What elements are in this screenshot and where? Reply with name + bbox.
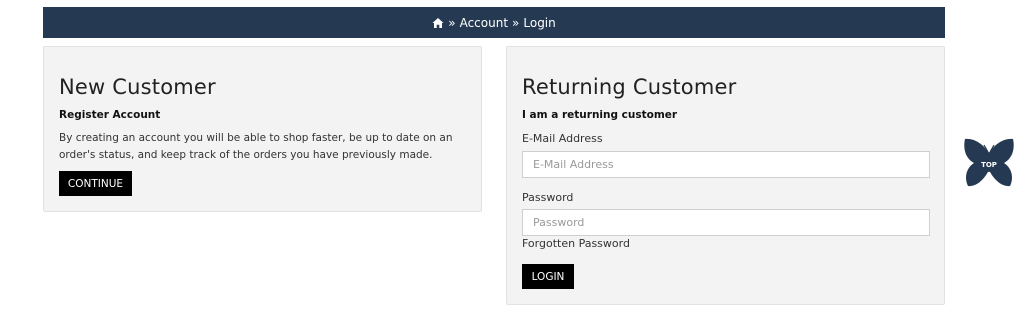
returning-customer-panel: Returning Customer I am a returning cust…: [506, 46, 945, 305]
breadcrumb: » Account » Login: [43, 7, 945, 38]
returning-customer-heading: I am a returning customer: [522, 109, 678, 121]
breadcrumb-login-link[interactable]: Login: [523, 16, 555, 30]
login-button[interactable]: LOGIN: [522, 264, 574, 289]
register-account-heading: Register Account: [59, 109, 161, 121]
back-to-top-button[interactable]: TOP: [962, 138, 1016, 188]
breadcrumb-account-link[interactable]: Account: [460, 16, 508, 30]
new-customer-title: New Customer: [59, 75, 216, 99]
new-customer-panel: New Customer Register Account By creatin…: [43, 46, 482, 212]
register-description: By creating an account you will be able …: [59, 132, 453, 161]
home-icon[interactable]: [432, 17, 444, 29]
breadcrumb-separator: »: [512, 15, 520, 30]
back-to-top-label: TOP: [981, 161, 997, 169]
breadcrumb-separator: »: [448, 15, 456, 30]
password-field[interactable]: [522, 209, 930, 236]
returning-customer-title: Returning Customer: [522, 75, 737, 99]
email-field[interactable]: [522, 151, 930, 178]
continue-button[interactable]: CONTINUE: [59, 171, 132, 196]
email-label: E-Mail Address: [522, 132, 603, 145]
password-label: Password: [522, 191, 574, 204]
forgotten-password-link[interactable]: Forgotten Password: [522, 237, 630, 250]
